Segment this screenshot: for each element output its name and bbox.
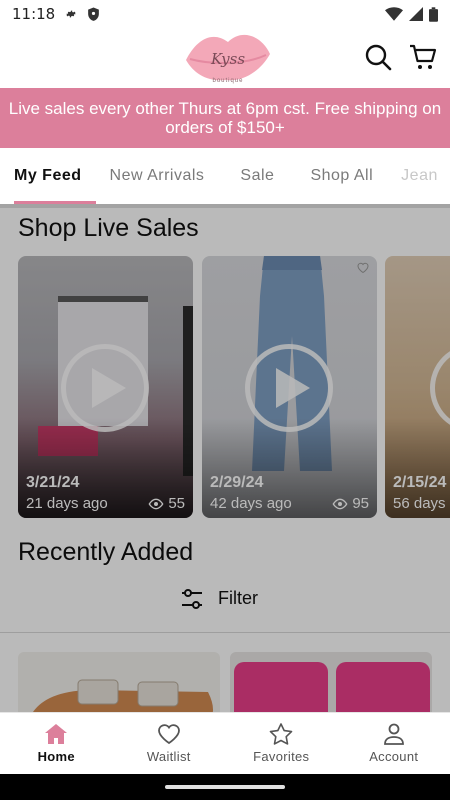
live-sales-title: Shop Live Sales [18,214,199,242]
person-icon [383,723,404,745]
status-time: 11:18 [12,5,56,23]
home-icon [45,724,68,744]
app-header: Kyss boutique [0,28,450,88]
filter-sliders-icon [182,588,202,609]
live-sales-carousel[interactable]: 3/21/24 21 days ago 55 2/29/24 42 days a… [18,256,450,518]
nav-waitlist[interactable]: Waitlist [113,713,226,774]
nav-home-label: Home [37,749,75,764]
tab-my-feed[interactable]: My Feed [0,148,96,204]
nav-account[interactable]: Account [338,713,450,774]
wifi-icon [385,7,403,21]
play-icon [276,368,310,408]
sandal-thumbnail [33,679,213,712]
live-sale-card[interactable]: 2/29/24 42 days ago 95 [202,256,377,518]
star-icon [269,723,293,745]
cell-signal-icon [409,7,423,21]
promo-banner-text: Live sales every other Thurs at 6pm cst.… [8,99,442,137]
logo-subtext: boutique [212,78,244,84]
views-count: 95 [352,495,369,512]
brand-logo[interactable]: Kyss boutique [182,28,274,86]
status-indicators [385,6,438,22]
divider [0,632,450,633]
tab-new-arrivals[interactable]: New Arrivals [96,148,219,204]
card-date: 2/29/24 [210,474,264,491]
recently-added-title: Recently Added [18,538,194,566]
shirt-thumbnail [336,662,430,712]
tab-jeans[interactable]: Jean [387,148,450,204]
live-sale-card[interactable]: 3/21/24 21 days ago 55 [18,256,193,518]
card-ago: 56 days [393,495,446,512]
filter-label: Filter [218,588,258,608]
card-date: 3/21/24 [26,474,80,491]
heart-icon [157,724,180,745]
category-tabs: My Feed New Arrivals Sale Shop All Jean [0,148,450,204]
play-button[interactable] [61,344,149,432]
card-ago: 21 days ago [26,495,108,512]
feed-content: Shop Live Sales 3/21/24 21 days ago 55 2… [0,204,450,712]
bottom-navigation: Home Waitlist Favorites Account [0,712,450,774]
tab-shop-all[interactable]: Shop All [296,148,387,204]
cart-icon [410,44,437,69]
logo-text: Kyss [210,50,246,68]
nav-account-label: Account [369,749,419,764]
system-gesture-bar [0,774,450,800]
filter-button[interactable]: Filter [180,588,258,609]
gesture-handle[interactable] [165,785,285,789]
play-icon [92,368,126,408]
views-count: 55 [168,495,185,512]
eye-icon [332,498,348,509]
shield-status-icon [85,6,101,22]
product-card[interactable] [18,652,220,712]
nav-waitlist-label: Waitlist [146,749,191,764]
promo-banner[interactable]: Live sales every other Thurs at 6pm cst.… [0,88,450,148]
product-card[interactable] [230,652,432,712]
tabs-shadow [0,204,450,208]
search-button[interactable] [364,43,392,71]
search-icon [365,44,392,71]
heart-icon[interactable] [357,262,369,273]
shirt-thumbnail [234,662,328,712]
live-sale-card[interactable]: 2/15/24 56 days [385,256,450,518]
card-date: 2/15/24 [393,474,447,491]
tab-sale[interactable]: Sale [218,148,296,204]
nav-home[interactable]: Home [0,713,113,774]
card-views: 95 [332,495,369,512]
play-button[interactable] [245,344,333,432]
settings-status-icon [63,6,79,22]
status-bar: 11:18 [0,0,450,28]
nav-favorites-label: Favorites [253,749,310,764]
card-views: 55 [148,495,185,512]
card-ago: 42 days ago [210,495,292,512]
cart-button[interactable] [409,43,437,71]
eye-icon [148,498,164,509]
battery-icon [429,6,438,22]
nav-favorites[interactable]: Favorites [225,713,338,774]
